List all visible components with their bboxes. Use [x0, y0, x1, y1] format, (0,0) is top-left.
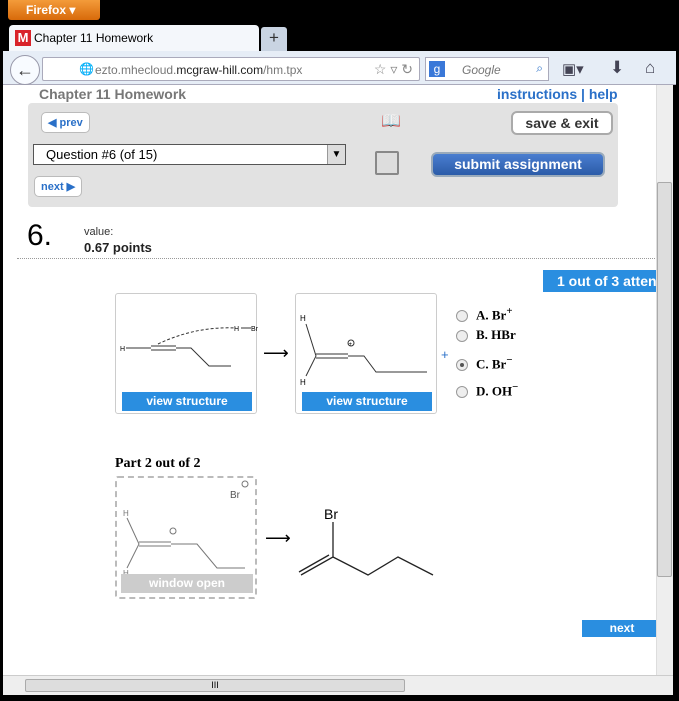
- svg-text:H: H: [300, 314, 306, 323]
- reaction-arrow-icon-2: ⟶: [265, 528, 291, 548]
- option-a[interactable]: A. Br+: [456, 305, 518, 327]
- instructions-help-links[interactable]: instructions | help: [497, 86, 618, 102]
- svg-text:Br: Br: [251, 326, 258, 333]
- globe-icon: 🌐: [79, 62, 94, 76]
- svg-text:H: H: [300, 378, 306, 387]
- chevron-down-icon[interactable]: ▼: [327, 145, 345, 164]
- view-structure-button-1[interactable]: view structure: [122, 392, 252, 411]
- attempts-badge: 1 out of 3 atten: [543, 270, 656, 292]
- reactant-structure-card: H Br H view structure: [115, 293, 258, 414]
- search-placeholder: Google: [462, 63, 501, 77]
- radio-c-selected[interactable]: [456, 359, 468, 372]
- vertical-scroll-thumb[interactable]: [657, 182, 672, 577]
- carbocation-structure: H H +: [300, 314, 427, 387]
- view-structure-button-2[interactable]: view structure: [302, 392, 432, 411]
- alkyne-hbr-structure: H Br H: [120, 326, 258, 367]
- save-exit-button[interactable]: save & exit: [511, 111, 613, 135]
- option-c-text: Br: [491, 356, 507, 372]
- option-c-charge: −: [506, 354, 513, 366]
- url-prefix: ezto.mhecloud.: [95, 63, 177, 77]
- scroll-grip: III: [211, 680, 219, 690]
- question-number: 6.: [27, 219, 53, 252]
- svg-text:+: +: [349, 342, 353, 348]
- tab-title: Chapter 11 Homework: [34, 31, 154, 45]
- firefox-label: Firefox: [26, 3, 67, 17]
- save-disk-icon[interactable]: [375, 151, 399, 175]
- next-button-bottom[interactable]: next: [582, 620, 656, 637]
- search-input[interactable]: g Google ⌕: [425, 57, 549, 81]
- mcgraw-hill-favicon-icon: M: [15, 30, 31, 46]
- product-br-label: Br: [324, 506, 338, 522]
- option-b[interactable]: B. HBr: [456, 327, 518, 354]
- svg-text:H: H: [120, 346, 125, 353]
- horizontal-scroll-thumb[interactable]: III: [25, 679, 405, 692]
- search-icon[interactable]: ⌕: [536, 61, 543, 76]
- radio-b[interactable]: [456, 330, 468, 343]
- url-bar[interactable]: 🌐 ezto.mhecloud.mcgraw-hill.com/hm.tpx ☆ ▿…: [42, 57, 420, 81]
- next-label: next: [41, 181, 64, 193]
- value-label: value:: [84, 226, 114, 238]
- question-select-value: Question #6 (of 15): [46, 147, 158, 162]
- window-open-button[interactable]: window open: [121, 574, 253, 593]
- google-engine-icon[interactable]: g: [429, 61, 445, 77]
- home-icon[interactable]: ⌂: [645, 58, 655, 78]
- tab-chapter-11-homework[interactable]: M Chapter 11 Homework: [9, 25, 259, 51]
- radio-d[interactable]: [456, 386, 468, 399]
- option-a-label: A.: [476, 307, 489, 323]
- option-c-label: C.: [476, 356, 489, 372]
- prev-button[interactable]: ◀ prev: [41, 112, 90, 133]
- intermediate-structure-card: H H + view structure: [295, 293, 437, 414]
- radio-a[interactable]: [456, 310, 468, 323]
- page-content: Chapter 11 Homework instructions | help …: [3, 85, 656, 675]
- downloads-icon[interactable]: ⬇: [610, 58, 624, 78]
- points-value: 0.67 points: [84, 240, 152, 255]
- bromide-label: Br: [230, 490, 240, 501]
- option-d-charge: −: [512, 381, 519, 393]
- answer-options: A. Br+ B. HBr C. Br− D. OH−: [456, 305, 518, 399]
- book-icon[interactable]: 📖: [381, 111, 401, 131]
- new-tab-button[interactable]: +: [261, 27, 287, 51]
- back-button[interactable]: ←: [10, 55, 40, 85]
- bookmark-star-reload-icon[interactable]: ☆ ▿ ↻: [374, 61, 413, 78]
- option-b-text: HBr: [491, 327, 516, 342]
- product-structure: [298, 522, 434, 576]
- part2-title: Part 2 out of 2: [115, 456, 201, 471]
- prev-label: prev: [59, 117, 83, 129]
- bookmarks-menu-icon[interactable]: ▣▾: [562, 60, 584, 78]
- firefox-menu-button[interactable]: Firefox ▾: [8, 0, 100, 20]
- option-d-label: D.: [476, 383, 489, 399]
- svg-text:H: H: [123, 509, 129, 518]
- divider: [17, 258, 656, 259]
- option-d[interactable]: D. OH−: [456, 381, 518, 399]
- option-d-text: OH: [491, 383, 513, 399]
- option-a-text: Br: [491, 307, 507, 323]
- question-select[interactable]: Question #6 (of 15) ▼: [33, 144, 346, 165]
- url-domain: mcgraw-hill.com: [176, 63, 264, 77]
- url-path: /hm.tpx: [263, 63, 303, 77]
- option-a-charge: +: [506, 305, 513, 317]
- option-c[interactable]: C. Br−: [456, 354, 518, 381]
- submit-assignment-button[interactable]: submit assignment: [431, 152, 605, 177]
- plus-sign: +: [441, 347, 449, 362]
- part2-drawing-area[interactable]: HH Br window open: [115, 476, 257, 599]
- page-header-title: Chapter 11 Homework: [39, 86, 187, 102]
- next-button-top[interactable]: next ▶: [34, 176, 83, 197]
- option-b-label: B.: [476, 327, 488, 342]
- reaction-arrow-icon: ⟶: [263, 343, 289, 363]
- svg-text:H: H: [234, 326, 239, 333]
